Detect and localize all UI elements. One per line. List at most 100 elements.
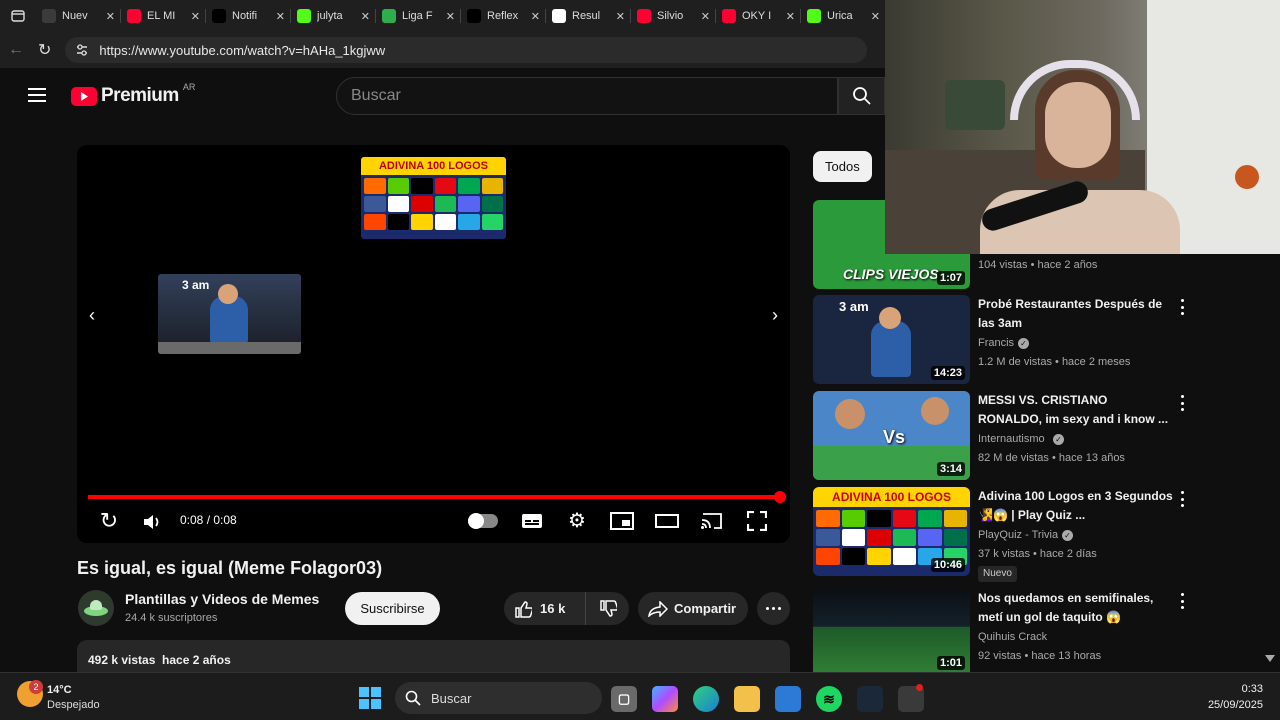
recommendation-channel[interactable]: PlayQuiz - Trivia (978, 526, 1058, 545)
progress-track[interactable] (88, 495, 780, 499)
close-tab-icon[interactable]: ✕ (446, 10, 455, 23)
channel-name[interactable]: Plantillas y Videos de Memes (125, 591, 319, 607)
chip-todos[interactable]: Todos (813, 151, 872, 182)
tab-title: OKY I (742, 10, 772, 22)
recommendation-title[interactable]: Nos quedamos en semifinales, metí un gol… (978, 589, 1173, 627)
browser-tab[interactable]: EL MI ✕ (121, 0, 206, 32)
settings-gear-icon[interactable]: ⚙ (566, 509, 588, 532)
recommendation-thumbnail[interactable]: Vs 3:14 (813, 391, 970, 480)
cast-icon[interactable] (700, 512, 724, 530)
task-view-icon[interactable]: ▢ (611, 686, 637, 712)
google-icon (552, 9, 566, 23)
browser-tab[interactable]: Nuev ✕ (36, 0, 121, 32)
progress-scrubber[interactable] (774, 491, 786, 503)
spotify-icon[interactable]: ≋ (816, 686, 842, 712)
address-bar-row: ← ↻ https://www.youtube.com/watch?v=hAHa… (0, 32, 885, 68)
youtube-premium-logo[interactable]: Premium AR (71, 82, 195, 107)
miniplayer-icon[interactable] (610, 512, 634, 530)
clock-time[interactable]: 0:33 (1212, 683, 1263, 695)
taskbar-search[interactable]: Buscar (395, 682, 602, 714)
tab-actions-icon[interactable] (0, 0, 36, 32)
back-icon[interactable]: ← (8, 41, 24, 59)
browser-tab[interactable]: OKY I ✕ (716, 0, 801, 32)
browser-tab[interactable]: Notifi ✕ (206, 0, 291, 32)
brand-logo-tile (458, 178, 480, 194)
more-options-icon[interactable] (1180, 299, 1184, 315)
close-tab-icon[interactable]: ✕ (786, 10, 795, 23)
scroll-down-arrow-icon[interactable] (1265, 655, 1275, 662)
like-button[interactable]: 16 k (504, 592, 586, 625)
more-options-icon[interactable] (1180, 593, 1184, 609)
more-options-icon[interactable] (1180, 395, 1184, 411)
site-info-icon[interactable] (75, 43, 89, 57)
browser-tab[interactable]: Reflex ✕ (461, 0, 546, 32)
file-explorer-icon[interactable] (734, 686, 760, 712)
tab-title: Reflex (487, 10, 519, 22)
volume-icon[interactable] (142, 512, 164, 532)
brand-logo-tile (411, 196, 433, 212)
close-tab-icon[interactable]: ✕ (361, 10, 370, 23)
close-tab-icon[interactable]: ✕ (191, 10, 200, 23)
share-label: Compartir (674, 601, 737, 616)
windows-start-icon[interactable] (359, 687, 381, 709)
recommendation-title[interactable]: Probé Restaurantes Después de las 3am (978, 295, 1173, 333)
edge-browser-icon[interactable] (693, 686, 719, 712)
menu-icon[interactable] (28, 88, 46, 102)
thumbnail-text: CLIPS VIEJOS (843, 266, 939, 282)
tab-title: Liga F (402, 10, 433, 22)
copilot-icon[interactable] (652, 686, 678, 712)
steam-icon[interactable] (857, 686, 883, 712)
browser-tab[interactable]: Urica ✕ (801, 0, 885, 32)
recommendation-title[interactable]: Adivina 100 Logos en 3 Segundos 🧏‍♀️😱 | … (978, 487, 1173, 525)
next-endcard-icon[interactable]: › (768, 305, 782, 325)
theater-mode-icon[interactable] (655, 512, 679, 530)
browser-tab[interactable]: julyta ✕ (291, 0, 376, 32)
more-options-icon[interactable] (1180, 491, 1184, 507)
weather-desc[interactable]: Despejado (47, 699, 100, 711)
browser-tab[interactable]: Silvio ✕ (631, 0, 716, 32)
close-tab-icon[interactable]: ✕ (276, 10, 285, 23)
recommendation-channel[interactable]: Internautismo (978, 430, 1045, 449)
autoplay-toggle[interactable] (468, 513, 498, 529)
video-duration: 3:14 (936, 462, 965, 476)
browser-tab[interactable]: Resul ✕ (546, 0, 631, 32)
brand-logo-tile (816, 510, 840, 527)
fullscreen-icon[interactable] (747, 511, 767, 531)
recommendation-thumbnail[interactable]: ADIVINA 100 LOGOS 10:46 (813, 487, 970, 576)
news-icon (42, 9, 56, 23)
close-tab-icon[interactable]: ✕ (106, 10, 115, 23)
prev-endcard-icon[interactable]: ‹ (85, 305, 99, 325)
search-button[interactable] (838, 77, 885, 115)
brand-logo-tile (387, 196, 409, 212)
close-tab-icon[interactable]: ✕ (531, 10, 540, 23)
close-tab-icon[interactable]: ✕ (701, 10, 710, 23)
close-tab-icon[interactable]: ✕ (871, 10, 880, 23)
share-button[interactable]: Compartir (638, 592, 748, 625)
browser-tab[interactable]: Liga F ✕ (376, 0, 461, 32)
microsoft-store-icon[interactable] (775, 686, 801, 712)
tab-title: Urica (827, 10, 853, 22)
brand-logo-tile (387, 178, 409, 194)
dislike-button[interactable] (586, 599, 629, 618)
subscribe-button[interactable]: Suscribirse (345, 592, 440, 625)
url-field[interactable]: https://www.youtube.com/watch?v=hAHa_1kg… (65, 37, 868, 63)
search-input[interactable]: Buscar (336, 77, 838, 115)
end-card-logos-video[interactable]: ADIVINA 100 LOGOS (361, 157, 506, 239)
recommendation-channel[interactable]: Francis (978, 334, 1014, 353)
youtube-header: Premium AR Buscar (0, 68, 885, 124)
recommendation-channel[interactable]: Quihuis Crack (978, 628, 1047, 647)
channel-avatar[interactable] (78, 590, 114, 626)
weather-temp[interactable]: 14°C (47, 684, 72, 696)
end-card-3am-video[interactable]: 3 am (158, 274, 301, 354)
description-box[interactable]: 492 k vistas hace 2 años (77, 640, 790, 672)
reload-icon[interactable]: ↻ (38, 40, 51, 60)
recommendation-thumbnail[interactable]: 1:01 (813, 589, 970, 672)
recommendation-thumbnail[interactable]: 3 am 14:23 (813, 295, 970, 384)
more-actions-button[interactable] (757, 592, 790, 625)
clock-date[interactable]: 25/09/2025 (1195, 699, 1263, 711)
recommendation-title[interactable]: MESSI VS. CRISTIANO RONALDO, im sexy and… (978, 391, 1173, 429)
close-tab-icon[interactable]: ✕ (616, 10, 625, 23)
video-player[interactable]: ADIVINA 100 LOGOS 3 am ‹ › ↻ 0:08 / 0:08… (77, 145, 790, 543)
subtitles-icon[interactable] (521, 512, 543, 530)
replay-icon[interactable]: ↻ (98, 508, 120, 533)
